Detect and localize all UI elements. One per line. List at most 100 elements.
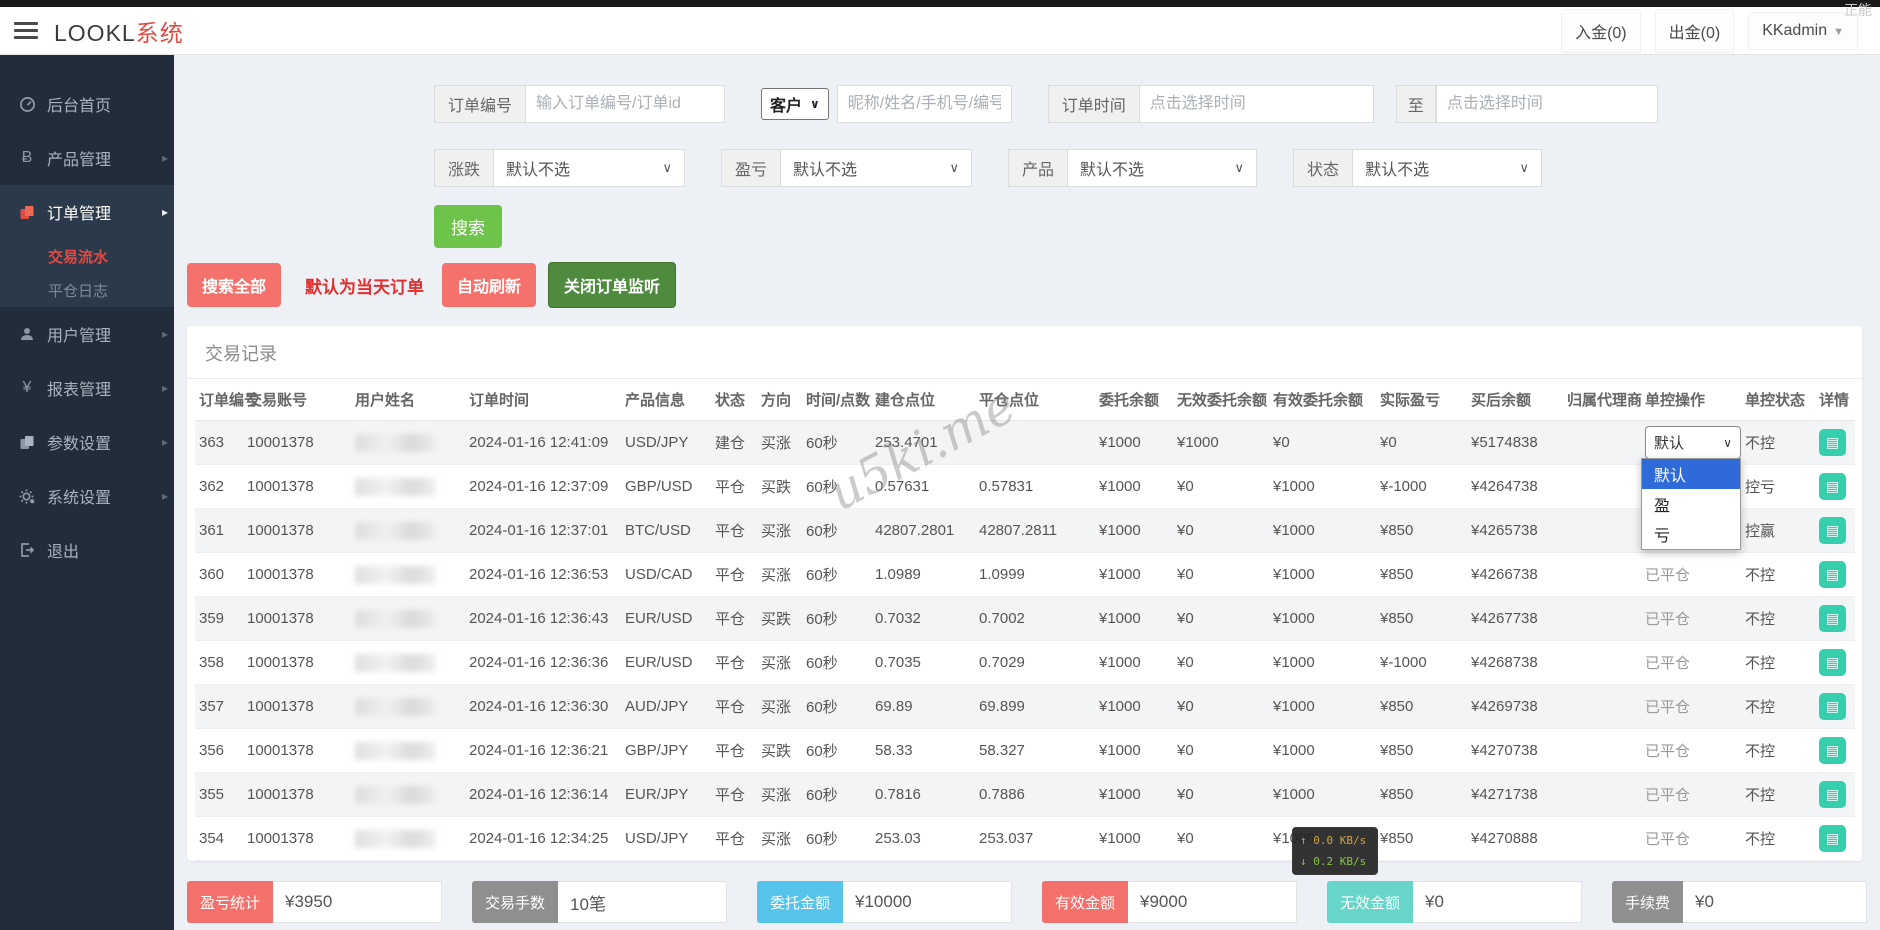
search-button[interactable]: 搜索 — [434, 205, 502, 248]
to-label: 至 — [1395, 85, 1436, 123]
auto-refresh-button[interactable]: 自动刷新 — [442, 263, 537, 307]
detail-button[interactable]: ▤ — [1819, 429, 1846, 456]
status-select[interactable]: 默认不选 ∨ — [1352, 149, 1543, 187]
sidebar-item-system[interactable]: 系统设置 ▸ — [0, 469, 174, 523]
summary-fee: 手续费 ¥0 — [1612, 881, 1867, 923]
brand-suffix: 系统 — [135, 19, 184, 46]
table-row[interactable]: 360 10001378 2024-01-16 12:36:53 USD/CAD… — [195, 553, 1855, 597]
chevron-right-icon: ▸ — [161, 381, 168, 395]
bitcoin-icon: Ƀ — [21, 149, 33, 166]
cell-user-name — [351, 773, 465, 817]
cell-close-price — [975, 421, 1095, 465]
search-all-button[interactable]: 搜索全部 — [187, 263, 282, 307]
cell-open-price: 253.03 — [875, 830, 921, 847]
summary-value: ¥0 — [1683, 881, 1867, 923]
download-speed: ↓ 0.2 KB/s — [1300, 855, 1367, 868]
control-select[interactable]: 默认 ∨ — [1645, 426, 1741, 459]
cell-agent — [1563, 773, 1641, 817]
table-row[interactable]: 354 10001378 2024-01-16 12:34:25 USD/JPY… — [195, 817, 1855, 861]
table-row[interactable]: 355 10001378 2024-01-16 12:36:14 EUR/JPY… — [195, 772, 1855, 817]
cell-agent — [1563, 597, 1641, 641]
table-row[interactable]: 359 10001378 2024-01-16 12:36:43 EUR/USD… — [195, 596, 1855, 641]
cell-duration: 60秒 — [806, 655, 838, 672]
detail-button[interactable]: ▤ — [1819, 605, 1846, 632]
control-op-text: 已平仓 — [1645, 743, 1691, 760]
cell-product: EUR/JPY — [625, 786, 689, 803]
table-row[interactable]: 363 10001378 2024-01-16 12:41:09 USD/JPY… — [195, 420, 1855, 550]
detail-button[interactable]: ▤ — [1819, 825, 1846, 852]
cell-control-op: 已平仓 — [1641, 817, 1741, 861]
cell-entrust-balance: ¥1000 — [1099, 786, 1141, 803]
summary-invalid: 无效金额 ¥0 — [1327, 881, 1582, 923]
withdraw-button[interactable]: 出金(0) — [1654, 8, 1735, 53]
order-no-input[interactable] — [525, 85, 726, 123]
control-dropdown-option[interactable]: 亏 — [1642, 519, 1740, 549]
sidebar-item-orders[interactable]: 订单管理 ▸ — [0, 185, 174, 239]
detail-button[interactable]: ▤ — [1819, 473, 1846, 500]
sidebar-item-users[interactable]: 用户管理 ▸ — [0, 307, 174, 361]
cell-control-status: 不控 — [1745, 787, 1776, 804]
cell-control-status: 不控 — [1745, 831, 1776, 848]
deposit-button[interactable]: 入金(0) — [1561, 8, 1641, 53]
detail-button[interactable]: ▤ — [1819, 693, 1846, 720]
menu-toggle-icon[interactable] — [14, 18, 38, 43]
filter-time-to: 至 — [1395, 85, 1658, 123]
cell-close-price: 1.0999 — [979, 566, 1025, 583]
control-dropdown-option[interactable]: 盈 — [1642, 489, 1740, 519]
cell-profit: ¥850 — [1380, 698, 1414, 715]
time-from-input[interactable] — [1138, 85, 1374, 123]
dashboard-icon — [16, 96, 38, 113]
cell-agent — [1563, 817, 1641, 861]
customer-input[interactable] — [836, 85, 1012, 123]
cell-order-time: 2024-01-16 12:34:25 — [469, 830, 609, 847]
table-row[interactable]: 357 10001378 2024-01-16 12:36:30 AUD/JPY… — [195, 684, 1855, 729]
cell-account: 10001378 — [247, 830, 314, 847]
cell-product: EUR/USD — [625, 654, 693, 671]
customer-type-select[interactable]: 客户 ∨ — [761, 88, 829, 120]
time-to-input[interactable] — [1435, 85, 1658, 123]
chevron-right-icon: ▸ — [161, 205, 168, 219]
product-select[interactable]: 默认不选 ∨ — [1067, 149, 1258, 187]
cell-invalid-balance: ¥0 — [1177, 522, 1194, 539]
sidebar-item-products[interactable]: Ƀ 产品管理 ▸ — [0, 131, 174, 185]
sidebar-item-dashboard[interactable]: 后台首页 — [0, 77, 174, 131]
cell-detail: ▤ — [1815, 817, 1855, 861]
sidebar-subitem-trade-flow[interactable]: 交易流水 — [0, 239, 174, 273]
detail-button[interactable]: ▤ — [1819, 561, 1846, 588]
sidebar-subitem-close-log[interactable]: 平仓日志 — [0, 273, 174, 307]
upload-speed: ↑ 0.0 KB/s — [1300, 834, 1367, 847]
cell-product: BTC/USD — [625, 522, 691, 539]
cell-detail: ▤ — [1815, 597, 1855, 641]
detail-button[interactable]: ▤ — [1819, 781, 1846, 808]
table-row[interactable]: 361 10001378 2024-01-16 12:37:01 BTC/USD… — [195, 508, 1855, 553]
cell-product: GBP/JPY — [625, 742, 689, 759]
sidebar-item-params[interactable]: 参数设置 ▸ — [0, 415, 174, 469]
cell-open-price: 0.7816 — [875, 786, 921, 803]
user-menu[interactable]: KKadmin ▼ — [1748, 11, 1858, 50]
cell-valid-balance: ¥0 — [1273, 434, 1290, 451]
filter-order-time: 订单时间 — [1047, 85, 1374, 123]
cell-agent — [1563, 641, 1641, 685]
close-monitor-button[interactable]: 关闭订单监听 — [548, 262, 677, 308]
gear-icon — [16, 488, 38, 505]
control-dropdown-option[interactable]: 默认 — [1642, 459, 1740, 489]
summary-value: ¥3950 — [273, 881, 442, 923]
cell-close-price: 0.57831 — [979, 478, 1034, 495]
profit-select[interactable]: 默认不选 ∨ — [780, 149, 973, 187]
order-time-label: 订单时间 — [1047, 85, 1139, 123]
detail-button[interactable]: ▤ — [1819, 517, 1846, 544]
chevron-down-icon: ∨ — [1519, 160, 1530, 175]
cell-order-id: 356 — [199, 742, 225, 759]
sidebar-item-reports[interactable]: ¥ 报表管理 ▸ — [0, 361, 174, 415]
cell-control-op: 默认 ∨ 默认盈亏 — [1641, 421, 1741, 550]
detail-button[interactable]: ▤ — [1819, 649, 1846, 676]
table-row[interactable]: 356 10001378 2024-01-16 12:36:21 GBP/JPY… — [195, 729, 1855, 773]
updown-select[interactable]: 默认不选 ∨ — [493, 149, 686, 187]
table-row[interactable]: 358 10001378 2024-01-16 12:36:36 EUR/USD… — [195, 641, 1855, 685]
table-row[interactable]: 362 10001378 2024-01-16 12:37:09 GBP/USD… — [195, 465, 1855, 509]
sidebar-item-logout[interactable]: 退出 — [0, 523, 174, 577]
detail-button[interactable]: ▤ — [1819, 737, 1846, 764]
yen-icon: ¥ — [22, 379, 32, 396]
chevron-down-icon: ∨ — [662, 160, 673, 175]
summary-value: ¥9000 — [1128, 881, 1297, 923]
